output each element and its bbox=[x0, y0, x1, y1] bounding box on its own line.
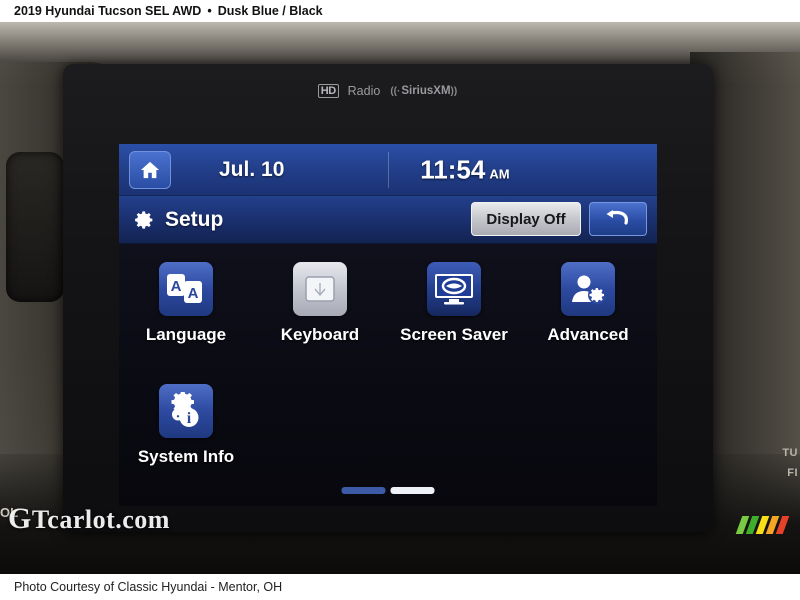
language-aa-icon: A A bbox=[159, 262, 213, 316]
display-off-label: Display Off bbox=[486, 210, 566, 228]
back-arrow-icon bbox=[606, 210, 628, 225]
menu-item-screen-saver[interactable]: Screen Saver bbox=[387, 262, 521, 345]
display-off-button[interactable]: Display Off bbox=[471, 202, 581, 236]
menu-row-1: A A Language Keyboard Screen Saver Advan… bbox=[119, 262, 657, 345]
system-info-glyph: i bbox=[171, 392, 199, 427]
hd-radio-label: Radio bbox=[347, 84, 381, 98]
menu-label-keyboard: Keyboard bbox=[280, 325, 360, 344]
caption-top: 2019 Hyundai Tucson SEL AWD • Dusk Blue … bbox=[0, 0, 800, 22]
page-dot-1[interactable] bbox=[341, 487, 386, 494]
caption-bottom: Photo Courtesy of Classic Hyundai - Ment… bbox=[0, 574, 800, 600]
dash-text-right-top: TU bbox=[782, 447, 798, 459]
screen-title-bar: Setup Display Off bbox=[119, 196, 657, 244]
svg-text:A: A bbox=[188, 285, 199, 302]
menu-label-language: Language bbox=[145, 325, 227, 344]
page-dot-2[interactable] bbox=[390, 487, 435, 494]
siriusxm-wave-icon-right: )) bbox=[450, 85, 458, 97]
siriusxm-wave-icon: ((· bbox=[390, 85, 401, 97]
menu-row-2: i System Info bbox=[119, 384, 657, 467]
status-clock: 11:54 AM bbox=[420, 154, 509, 185]
hd-radio-branding: HD Radio bbox=[317, 84, 381, 98]
vehicle-colors: Dusk Blue / Black bbox=[217, 4, 323, 18]
status-bar: Jul. 10 11:54 AM bbox=[119, 144, 657, 196]
setup-menu-grid: A A Language Keyboard Screen Saver Advan… bbox=[119, 244, 657, 506]
siriusxm-branding: ((· SiriusXM)) bbox=[390, 85, 458, 97]
keyboard-icon bbox=[293, 262, 347, 316]
svg-text:A: A bbox=[171, 278, 182, 295]
setup-gear-icon bbox=[131, 207, 157, 233]
back-button[interactable] bbox=[589, 202, 647, 236]
menu-item-language[interactable]: A A Language bbox=[119, 262, 253, 345]
clock-ampm: AM bbox=[489, 166, 510, 181]
menu-item-system-info[interactable]: i System Info bbox=[119, 384, 253, 467]
system-info-gear-icon: i bbox=[159, 384, 213, 438]
status-date: Jul. 10 bbox=[219, 157, 285, 181]
advanced-glyph bbox=[572, 275, 606, 304]
svg-text:i: i bbox=[187, 410, 192, 427]
clock-time: 11:54 bbox=[420, 154, 486, 184]
screenshot-root: 2019 Hyundai Tucson SEL AWD • Dusk Blue … bbox=[0, 0, 800, 600]
watermark-color-bars bbox=[735, 516, 790, 534]
advanced-user-gear-icon bbox=[561, 262, 615, 316]
vehicle-title: 2019 Hyundai Tucson SEL AWD bbox=[14, 4, 202, 18]
status-divider bbox=[388, 152, 389, 188]
head-unit-top-branding: HD Radio ((· SiriusXM)) bbox=[63, 64, 713, 118]
gear-glyph bbox=[135, 210, 153, 229]
watermark-text: Tcarlot.com bbox=[31, 505, 170, 534]
watermark: GTcarlot.com bbox=[8, 502, 170, 536]
screen-saver-glyph bbox=[435, 274, 473, 305]
hd-badge: HD bbox=[317, 84, 339, 98]
screen-saver-icon bbox=[427, 262, 481, 316]
caption-separator: • bbox=[207, 4, 212, 18]
menu-item-keyboard[interactable]: Keyboard bbox=[253, 262, 387, 345]
home-icon bbox=[140, 161, 160, 178]
hd-radio-logo-icon: HD bbox=[317, 84, 341, 98]
dash-text-right-bottom: FI bbox=[787, 467, 798, 479]
menu-label-screen-saver: Screen Saver bbox=[400, 325, 508, 344]
menu-label-system-info: System Info bbox=[137, 447, 235, 466]
siriusxm-label: SiriusXM bbox=[401, 85, 451, 97]
home-button[interactable] bbox=[129, 150, 171, 189]
language-glyph: A A bbox=[167, 274, 202, 303]
menu-label-advanced: Advanced bbox=[547, 325, 629, 344]
watermark-g: G bbox=[8, 502, 32, 535]
menu-item-advanced[interactable]: Advanced bbox=[521, 262, 655, 345]
page-title: Setup bbox=[165, 207, 224, 231]
head-unit: HD Radio ((· SiriusXM)) Jul. 10 11:54 AM… bbox=[63, 64, 713, 532]
vehicle-photo: TU FI OL HD Radio ((· SiriusXM)) Jul. 10… bbox=[0, 22, 800, 574]
air-vent-left bbox=[6, 152, 64, 302]
page-indicator[interactable] bbox=[341, 487, 435, 494]
photo-courtesy: Photo Courtesy of Classic Hyundai - Ment… bbox=[14, 580, 283, 594]
keyboard-glyph bbox=[305, 276, 335, 302]
infotainment-screen[interactable]: Jul. 10 11:54 AM Setup Display Off A A L… bbox=[119, 144, 657, 506]
